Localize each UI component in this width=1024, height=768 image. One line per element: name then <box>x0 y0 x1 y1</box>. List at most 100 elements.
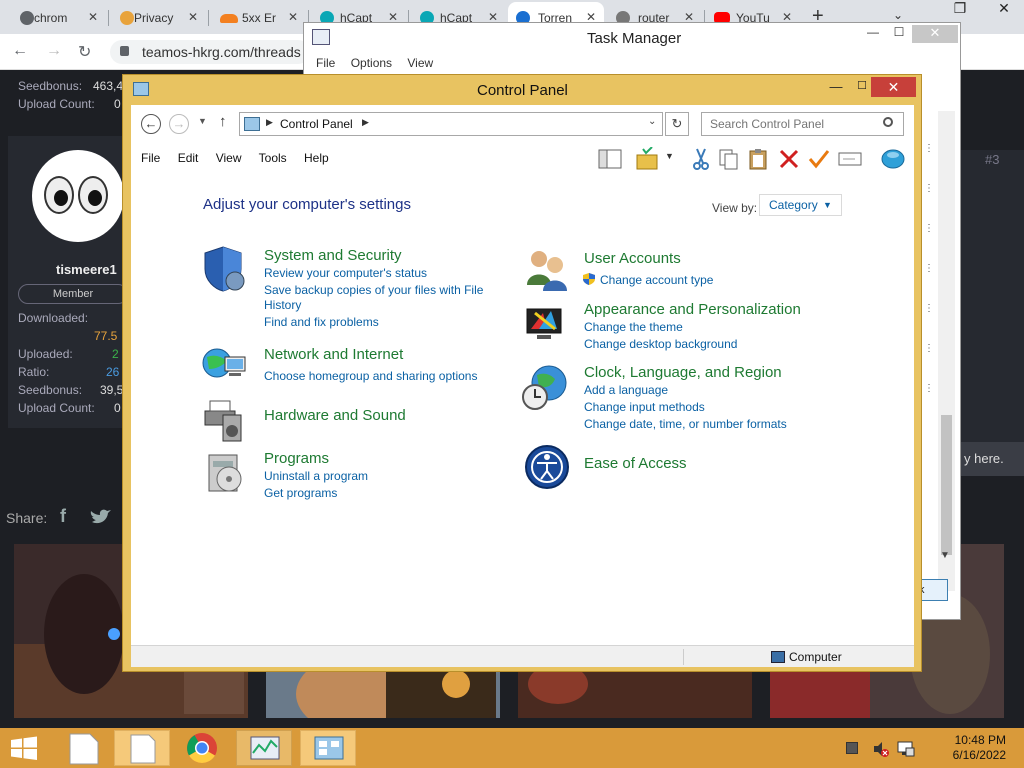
link-review-status[interactable]: Review your computer's status <box>264 266 427 280</box>
reload-icon[interactable]: ↻ <box>78 42 91 62</box>
link-find-fix[interactable]: Find and fix problems <box>264 315 379 329</box>
reply-prompt[interactable]: y here. <box>960 442 1024 476</box>
link-get-programs[interactable]: Get programs <box>264 486 337 500</box>
chrome-icon[interactable] <box>174 730 230 766</box>
search-input[interactable] <box>701 112 904 136</box>
cut-icon[interactable] <box>689 147 713 171</box>
shield-icon[interactable] <box>201 245 249 293</box>
up-arrow-icon[interactable]: ↑ <box>219 113 227 130</box>
lock-icon[interactable] <box>120 46 129 56</box>
tray-flag-icon[interactable] <box>846 742 858 754</box>
twitter-icon[interactable] <box>90 508 112 526</box>
close-button[interactable]: ✕ <box>912 25 958 43</box>
recent-locations-chevron-icon[interactable]: ▼ <box>198 116 207 126</box>
globe-clock-icon[interactable] <box>521 363 569 411</box>
refresh-icon[interactable]: ↻ <box>665 112 689 136</box>
taskbar-task-manager-button[interactable] <box>236 730 292 766</box>
network-icon[interactable] <box>201 343 249 391</box>
link-save-backup-cont[interactable]: History <box>264 298 301 312</box>
category-network-internet[interactable]: Network and Internet <box>264 346 403 363</box>
printer-speaker-icon[interactable] <box>201 395 249 443</box>
category-system-security[interactable]: System and Security <box>264 247 402 264</box>
rename-icon[interactable] <box>837 147 863 171</box>
monitor-paint-icon[interactable] <box>523 301 571 349</box>
layout-pane-icon[interactable] <box>597 147 623 171</box>
paste-icon[interactable] <box>747 147 771 171</box>
tab-close-icon[interactable]: ✕ <box>288 10 298 24</box>
link-uninstall-program[interactable]: Uninstall a program <box>264 469 368 483</box>
delete-icon[interactable] <box>777 147 801 171</box>
tab-close-icon[interactable]: ✕ <box>188 10 198 24</box>
category-clock-language[interactable]: Clock, Language, and Region <box>584 364 782 381</box>
control-panel-titlebar[interactable]: Control Panel — ☐ ✕ <box>123 75 921 105</box>
view-by-select[interactable]: Category ▼ <box>759 194 842 216</box>
minimize-button[interactable]: — <box>860 25 886 43</box>
back-arrow-icon[interactable]: ← <box>141 114 161 134</box>
maximize-button[interactable]: ☐ <box>886 25 912 43</box>
address-bar[interactable]: teamos-hkrg.com/threads <box>110 40 310 64</box>
link-homegroup[interactable]: Choose homegroup and sharing options <box>264 369 477 383</box>
breadcrumb-separator-icon[interactable]: ▶ <box>362 117 369 128</box>
programs-icon[interactable] <box>205 449 253 497</box>
link-add-language[interactable]: Add a language <box>584 383 668 397</box>
network-tray-icon[interactable] <box>896 740 916 758</box>
forward-arrow-icon[interactable]: → <box>169 114 189 134</box>
menu-file[interactable]: File <box>141 151 160 165</box>
post-number[interactable]: #3 <box>985 152 999 167</box>
menu-options[interactable]: Options <box>351 56 392 70</box>
category-programs[interactable]: Programs <box>264 450 329 467</box>
browser-tab[interactable]: Privacy ✕ <box>116 4 206 32</box>
volume-muted-icon[interactable] <box>872 740 890 758</box>
link-change-theme[interactable]: Change the theme <box>584 320 683 334</box>
link-change-account-type[interactable]: Change account type <box>600 273 713 287</box>
browser-close-button[interactable]: ✕ <box>984 0 1024 22</box>
link-change-date-time[interactable]: Change date, time, or number formats <box>584 417 787 431</box>
tab-search-chevron-icon[interactable]: ⌄ <box>893 8 903 22</box>
control-panel-app-icon[interactable] <box>133 82 149 96</box>
folder-dropdown-icon[interactable]: ▼ <box>665 151 674 175</box>
browser-restore-button[interactable]: ❐ <box>940 0 980 22</box>
category-ease-of-access[interactable]: Ease of Access <box>584 455 687 472</box>
address-bar[interactable]: ▶ Control Panel ▶ ⌄ <box>239 112 663 136</box>
breadcrumb[interactable]: Control Panel <box>280 117 353 131</box>
control-panel-globe-icon[interactable] <box>879 147 907 171</box>
link-change-input-methods[interactable]: Change input methods <box>584 400 705 414</box>
menu-view[interactable]: View <box>407 56 433 70</box>
minimize-button[interactable]: — <box>823 79 849 99</box>
browser-tab[interactable]: 5xx Er ✕ <box>216 4 306 32</box>
search-icon[interactable] <box>883 117 893 127</box>
folder-check-icon[interactable] <box>635 147 661 171</box>
menu-view[interactable]: View <box>216 151 242 165</box>
scrollbar-thumb[interactable] <box>941 415 952 555</box>
copy-icon[interactable] <box>717 147 741 171</box>
facebook-icon[interactable]: f <box>60 506 66 527</box>
link-change-background[interactable]: Change desktop background <box>584 337 737 351</box>
browser-tab[interactable]: chrom ✕ <box>16 4 106 32</box>
back-arrow-icon[interactable]: ← <box>12 42 28 60</box>
tab-close-icon[interactable]: ✕ <box>88 10 98 24</box>
address-dropdown-icon[interactable]: ⌄ <box>648 116 656 127</box>
ease-of-access-icon[interactable] <box>523 443 571 491</box>
category-user-accounts[interactable]: User Accounts <box>584 250 681 267</box>
taskbar-control-panel-button[interactable] <box>300 730 356 766</box>
menu-tools[interactable]: Tools <box>259 151 287 165</box>
category-hardware-sound[interactable]: Hardware and Sound <box>264 407 406 424</box>
link-save-backup[interactable]: Save backup copies of your files with Fi… <box>264 283 483 297</box>
users-icon[interactable] <box>523 245 571 293</box>
forward-arrow-icon[interactable]: → <box>46 42 62 60</box>
menu-file[interactable]: File <box>316 56 335 70</box>
close-button[interactable]: ✕ <box>871 77 916 97</box>
breadcrumb-separator-icon[interactable]: ▶ <box>266 117 273 128</box>
taskbar-notepad-button[interactable] <box>114 730 170 766</box>
windows-start-icon[interactable] <box>0 728 48 768</box>
menu-edit[interactable]: Edit <box>178 151 199 165</box>
category-appearance[interactable]: Appearance and Personalization <box>584 301 801 318</box>
task-manager-titlebar[interactable]: Task Manager — ☐ ✕ <box>304 23 960 51</box>
avatar[interactable] <box>32 150 124 242</box>
menu-help[interactable]: Help <box>304 151 329 165</box>
scroll-down-icon[interactable]: ▼ <box>940 550 950 561</box>
properties-check-icon[interactable] <box>807 147 831 171</box>
username[interactable]: tismeere1 <box>56 262 117 277</box>
system-clock[interactable]: 10:48 PM 6/16/2022 <box>944 733 1006 763</box>
file-explorer-icon[interactable] <box>60 730 116 766</box>
